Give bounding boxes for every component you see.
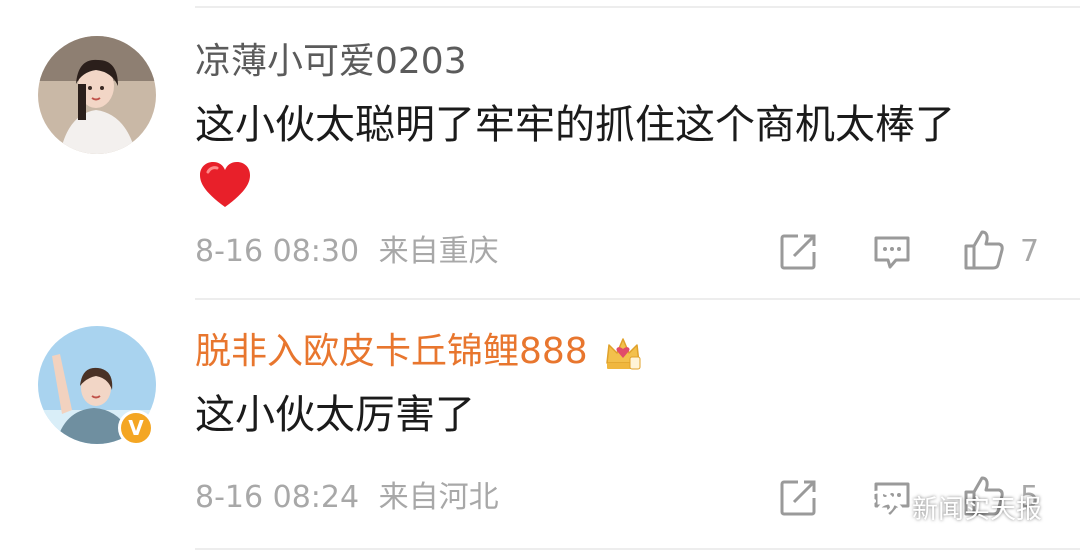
heart-emoji-icon	[198, 160, 252, 210]
username-text: 脱非入欧皮卡丘锦鲤888	[195, 331, 588, 372]
comment-icon	[874, 236, 910, 269]
comment-meta: 8-16 08:30 来自重庆	[195, 234, 499, 270]
comment-divider	[195, 298, 1080, 300]
bottom-divider	[195, 548, 1080, 550]
share-icon	[780, 480, 816, 516]
username[interactable]: 凉薄小可爱0203	[195, 40, 467, 84]
username[interactable]: 脱非入欧皮卡丘锦鲤888	[195, 330, 643, 374]
share-button[interactable]	[776, 230, 820, 274]
watermark-text: 新闻实天报	[912, 494, 1043, 525]
comment-location: 来自重庆	[378, 234, 499, 269]
thumbs-up-icon	[964, 230, 1004, 270]
comment-time: 8-16 08:30	[195, 234, 360, 269]
avatar[interactable]	[38, 36, 156, 154]
share-button[interactable]	[776, 476, 820, 520]
like-button[interactable]	[962, 228, 1006, 272]
comment-time: 8-16 08:24	[195, 480, 360, 515]
like-count: 7	[1020, 234, 1040, 269]
comment-location: 来自河北	[378, 480, 499, 515]
share-icon	[780, 234, 816, 270]
top-divider	[195, 6, 1080, 8]
comment-text: 这小伙太聪明了牢牢的抓住这个商机太棒了	[195, 102, 955, 148]
comment-meta: 8-16 08:24 来自河北	[195, 480, 499, 516]
crown-vip-icon	[603, 333, 643, 373]
comment-text: 这小伙太厉害了	[195, 392, 475, 438]
watermark: 新闻实天报	[862, 482, 1042, 532]
reply-button[interactable]	[870, 230, 914, 274]
wechat-icon	[863, 490, 904, 523]
verified-badge: V	[118, 410, 154, 446]
